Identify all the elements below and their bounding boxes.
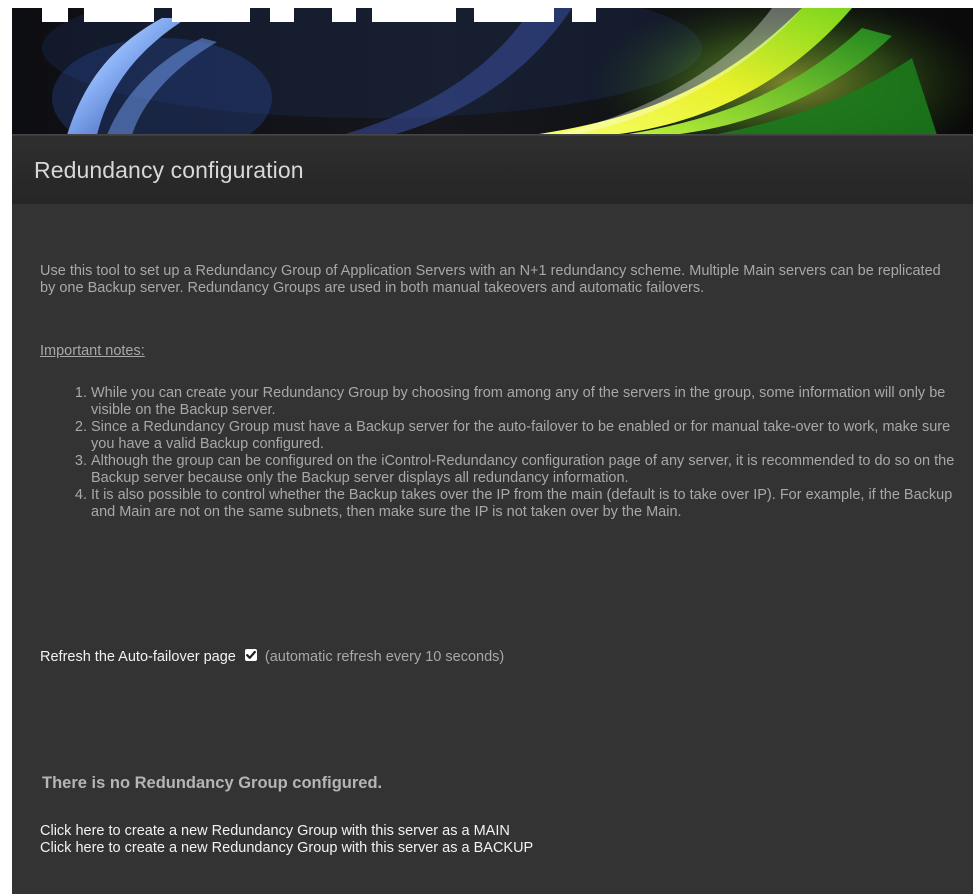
- header-banner: [12, 8, 973, 135]
- create-group-links: Click here to create a new Redundancy Gr…: [40, 823, 533, 857]
- checkmark-icon: [245, 650, 256, 659]
- banner-graphic: [12, 8, 973, 135]
- note-item: Since a Redundancy Group must have a Bac…: [91, 419, 958, 453]
- intro-text: Use this tool to set up a Redundancy Gro…: [40, 263, 941, 296]
- refresh-option: Refresh the Auto-failover page (automati…: [40, 648, 504, 666]
- app-window: Redundancy configuration Use this tool t…: [12, 8, 973, 894]
- note-item: It is also possible to control whether t…: [91, 487, 958, 521]
- status-message: There is no Redundancy Group configured.: [42, 774, 383, 792]
- page-title: Redundancy configuration: [34, 157, 304, 183]
- page-frame: Redundancy configuration Use this tool t…: [0, 0, 973, 894]
- main-content: Use this tool to set up a Redundancy Gro…: [12, 204, 973, 894]
- notes-list: While you can create your Redundancy Gro…: [40, 385, 958, 521]
- refresh-hint: (automatic refresh every 10 seconds): [264, 649, 505, 665]
- create-backup-link[interactable]: Click here to create a new Redundancy Gr…: [40, 840, 533, 857]
- page-header: Redundancy configuration: [12, 135, 973, 204]
- note-item: Although the group can be configured on …: [91, 453, 958, 487]
- note-item: While you can create your Redundancy Gro…: [91, 385, 958, 419]
- create-main-link[interactable]: Click here to create a new Redundancy Gr…: [40, 823, 533, 840]
- notes-heading: Important notes:: [40, 343, 145, 359]
- refresh-label: Refresh the Auto-failover page: [40, 649, 236, 665]
- refresh-checkbox[interactable]: [244, 649, 257, 661]
